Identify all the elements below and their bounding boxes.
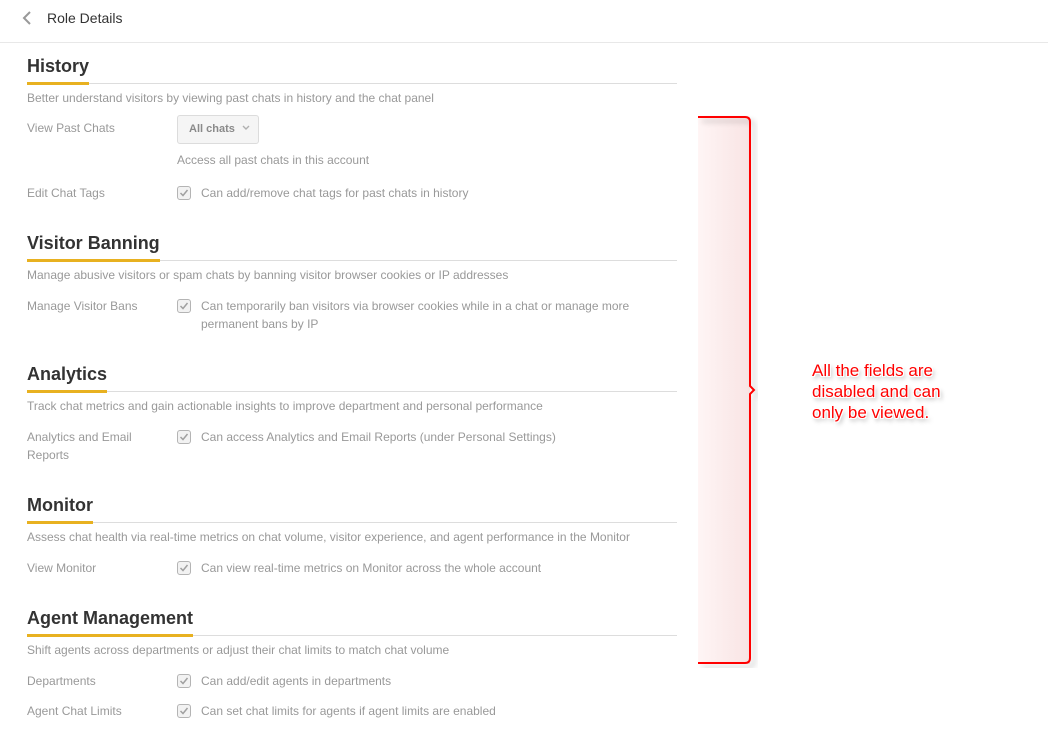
view-past-chats-select[interactable]: All chats xyxy=(177,115,259,144)
row-label: Manage Visitor Bans xyxy=(27,299,138,313)
section-title: Visitor Banning xyxy=(27,233,160,253)
row-label: Analytics and Email Reports xyxy=(27,430,132,462)
section-title: Monitor xyxy=(27,495,93,515)
section-divider xyxy=(27,521,677,524)
select-help-text: Access all past chats in this account xyxy=(177,153,370,167)
analytics-email-reports-checkbox[interactable] xyxy=(177,430,191,444)
checkbox-label: Can access Analytics and Email Reports (… xyxy=(201,430,556,444)
chevron-down-icon xyxy=(242,125,250,130)
agent-chat-limits-checkbox[interactable] xyxy=(177,704,191,718)
row-label: Agent Chat Limits xyxy=(27,704,122,718)
section-description: Assess chat health via real-time metrics… xyxy=(27,530,630,544)
checkbox-label: Can temporarily ban visitors via browser… xyxy=(201,299,630,331)
chevron-left-icon[interactable] xyxy=(20,9,36,27)
section-title: History xyxy=(27,56,90,76)
row-label: View Monitor xyxy=(27,561,97,575)
section-analytics: Analytics Track chat metrics and gain ac… xyxy=(27,363,677,462)
annotation-note: All the fields are disabled and can only… xyxy=(812,361,941,422)
section-description: Shift agents across departments or adjus… xyxy=(27,643,450,657)
section-divider xyxy=(27,82,677,85)
checkmark-icon xyxy=(179,433,189,441)
checkmark-icon xyxy=(179,707,189,715)
section-history: History Better understand visitors by vi… xyxy=(27,55,677,200)
section-divider xyxy=(27,259,677,262)
checkbox-label: Can view real-time metrics on Monitor ac… xyxy=(201,561,542,575)
section-title: Agent Management xyxy=(27,608,194,628)
edit-chat-tags-checkbox[interactable] xyxy=(177,186,191,200)
section-divider xyxy=(27,390,677,393)
section-description: Manage abusive visitors or spam chats by… xyxy=(27,268,509,282)
annotation-bracket xyxy=(698,116,756,664)
row-label: View Past Chats xyxy=(27,121,115,135)
view-monitor-checkbox[interactable] xyxy=(177,561,191,575)
select-value: All chats xyxy=(189,123,235,135)
section-title: Analytics xyxy=(27,364,108,384)
checkmark-icon xyxy=(179,677,189,685)
checkbox-label: Can add/edit agents in departments xyxy=(201,674,392,688)
checkbox-label: Can add/remove chat tags for past chats … xyxy=(201,186,469,200)
checkmark-icon xyxy=(179,302,189,310)
checkmark-icon xyxy=(179,189,189,197)
top-bar: Role Details xyxy=(0,0,1048,43)
checkmark-icon xyxy=(179,564,189,572)
section-divider xyxy=(27,634,677,637)
departments-checkbox[interactable] xyxy=(177,674,191,688)
section-monitor: Monitor Assess chat health via real-time… xyxy=(27,494,677,575)
checkbox-label: Can set chat limits for agents if agent … xyxy=(201,704,496,718)
row-label: Edit Chat Tags xyxy=(27,186,105,200)
row-label: Departments xyxy=(27,674,96,688)
page-title: Role Details xyxy=(47,10,123,26)
section-agent-management: Agent Management Shift agents across dep… xyxy=(27,607,677,718)
section-description: Better understand visitors by viewing pa… xyxy=(27,91,434,105)
manage-visitor-bans-checkbox[interactable] xyxy=(177,299,191,313)
section-visitor-banning: Visitor Banning Manage abusive visitors … xyxy=(27,232,677,331)
section-description: Track chat metrics and gain actionable i… xyxy=(27,399,543,413)
